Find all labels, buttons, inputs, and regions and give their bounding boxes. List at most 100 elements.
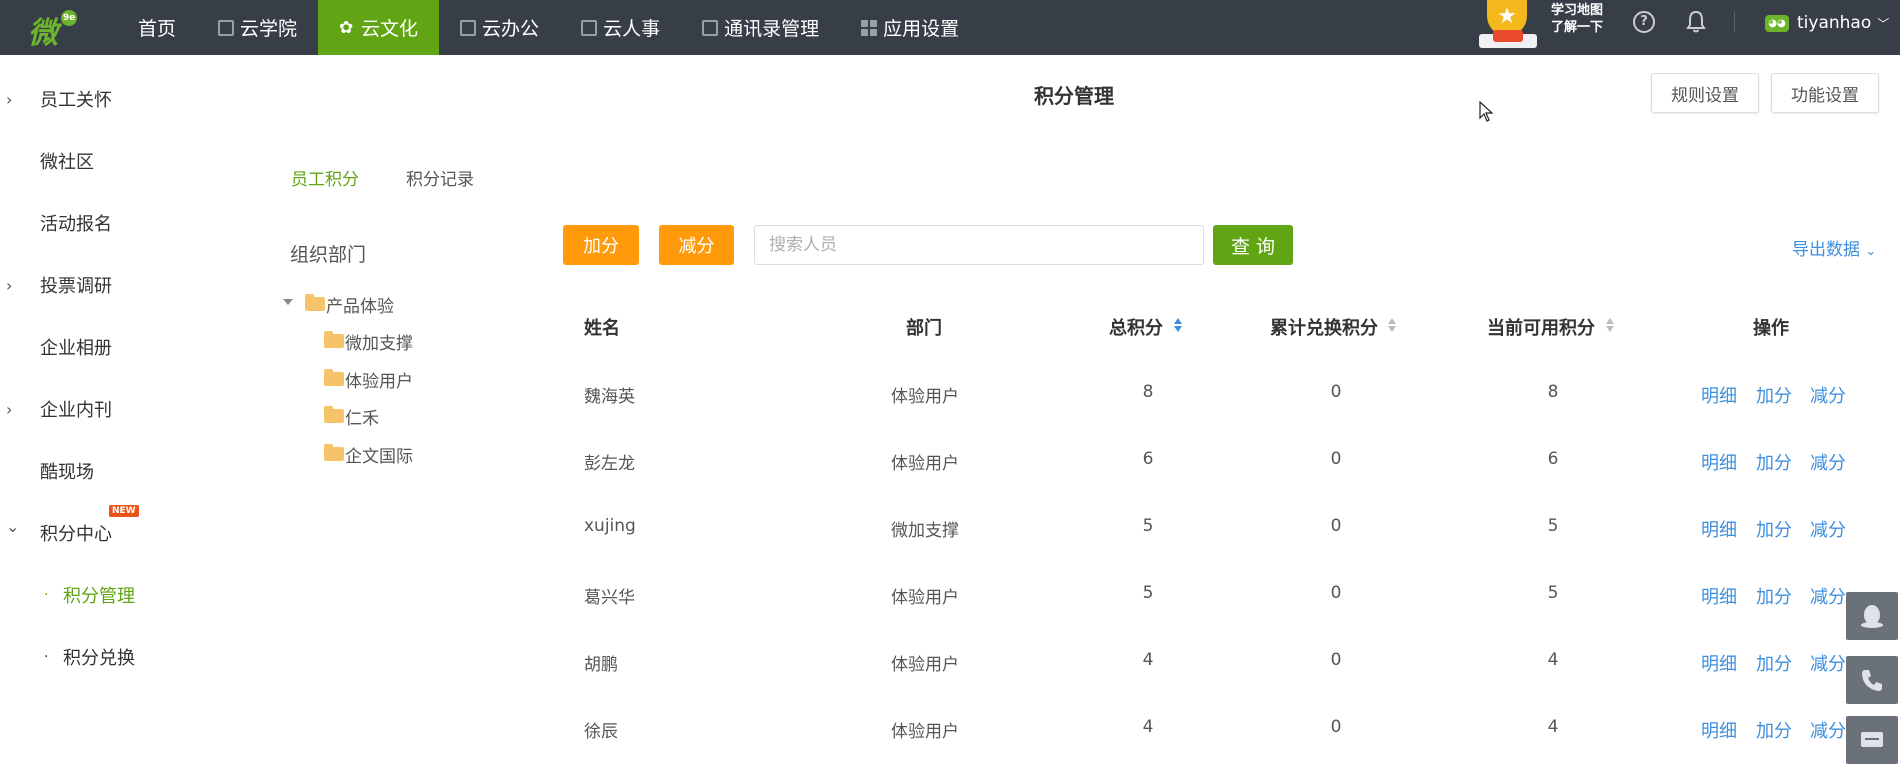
divider (1734, 12, 1735, 32)
sidebar-item-label: 员工关怀 (40, 90, 112, 111)
promo-line-2: 了解一下 (1551, 20, 1604, 35)
column-header-dept: 部门 (906, 318, 942, 339)
function-settings-button[interactable]: 功能设置 (1771, 73, 1879, 113)
message-widget[interactable] (1846, 716, 1898, 764)
table-row: xujing 微加支撑 5 0 5 明细 加分 减分 (0, 494, 1900, 561)
nav-home[interactable]: 首页 (117, 0, 197, 55)
cell-redeemed: 0 (1330, 583, 1342, 603)
phone-contact-widget[interactable] (1846, 656, 1898, 704)
tab-points-records[interactable]: 积分记录 (406, 165, 474, 190)
folder-icon (324, 331, 344, 348)
deduct-points-link[interactable]: 减分 (1810, 650, 1846, 676)
add-points-link[interactable]: 加分 (1756, 583, 1792, 609)
help-icon[interactable]: ? (1633, 11, 1655, 33)
academy-icon (218, 19, 235, 36)
column-header-name: 姓名 (584, 318, 620, 339)
nav-cloud-office[interactable]: 云办公 (439, 0, 560, 55)
query-button[interactable]: 查 询 (1213, 225, 1293, 265)
cell-redeemed: 0 (1330, 449, 1342, 469)
column-header-available[interactable]: 当前可用积分 (1487, 314, 1595, 340)
sidebar-item-employee-care[interactable]: › 员工关怀 (0, 79, 230, 119)
nav-label: 首页 (138, 18, 177, 40)
logo-glyph: 微 (28, 16, 58, 51)
nav-label: 应用设置 (883, 18, 960, 40)
deduct-points-link[interactable]: 减分 (1810, 717, 1846, 743)
cell-dept: 体验用户 (891, 722, 959, 742)
deduct-points-link[interactable]: 减分 (1810, 382, 1846, 408)
nav-label: 云办公 (482, 18, 540, 40)
detail-link[interactable]: 明细 (1701, 449, 1737, 475)
sidebar-item-voting-survey[interactable]: › 投票调研 (0, 265, 230, 305)
export-data-dropdown[interactable]: 导出数据 ⌄ (1792, 235, 1876, 260)
sort-icon[interactable] (1606, 318, 1614, 334)
main-nav: 首页 云学院 ✿ 云文化 云办公 云人事 通讯录管理 应用设置 (117, 0, 980, 55)
add-points-link[interactable]: 加分 (1756, 650, 1792, 676)
briefcase-icon (460, 19, 477, 36)
sort-icon[interactable] (1174, 318, 1182, 334)
chevron-right-icon: › (6, 275, 13, 295)
cell-name: 彭左龙 (584, 454, 635, 474)
apps-grid-icon (861, 19, 878, 36)
cell-redeemed: 0 (1330, 717, 1342, 737)
contacts-icon (702, 19, 719, 36)
phone-icon (1862, 670, 1882, 691)
nav-app-settings[interactable]: 应用设置 (840, 0, 980, 55)
sidebar-item-event-signup[interactable]: 活动报名 (0, 203, 230, 243)
tab-employee-points[interactable]: 员工积分 (291, 165, 359, 190)
deduct-points-link[interactable]: 减分 (1810, 449, 1846, 475)
learning-map-promo[interactable]: ★ 学习地图 了解一下 (1475, 0, 1605, 55)
cell-available: 6 (1547, 449, 1559, 469)
sidebar-item-label: 活动报名 (40, 214, 112, 235)
user-menu[interactable]: ◕◕ tiyanhao ﹀ (1765, 12, 1889, 34)
deduct-points-link[interactable]: 减分 (1810, 516, 1846, 542)
add-points-link[interactable]: 加分 (1756, 382, 1792, 408)
tree-node-label: 微加支撑 (345, 333, 413, 354)
column-header-actions: 操作 (1753, 318, 1789, 339)
detail-link[interactable]: 明细 (1701, 382, 1737, 408)
cell-available: 5 (1547, 583, 1559, 603)
table-row: 魏海英 体验用户 8 0 8 明细 加分 减分 (0, 360, 1900, 427)
detail-link[interactable]: 明细 (1701, 717, 1737, 743)
add-points-link[interactable]: 加分 (1756, 449, 1792, 475)
cell-name: 魏海英 (584, 387, 635, 407)
nav-cloud-culture[interactable]: ✿ 云文化 (318, 0, 440, 55)
sidebar-item-label: 投票调研 (40, 276, 112, 297)
sidebar-item-micro-community[interactable]: 微社区 (0, 141, 230, 181)
cell-dept: 体验用户 (891, 655, 959, 675)
detail-link[interactable]: 明细 (1701, 516, 1737, 542)
page-title: 积分管理 (1034, 84, 1114, 108)
bell-icon[interactable] (1684, 9, 1708, 35)
detail-link[interactable]: 明细 (1701, 650, 1737, 676)
nav-cloud-hr[interactable]: 云人事 (560, 0, 681, 55)
deduct-points-link[interactable]: 减分 (1810, 583, 1846, 609)
tree-node[interactable]: 微加支撑 (324, 329, 413, 354)
app-logo[interactable]: 微 9e (28, 6, 80, 51)
column-header-total[interactable]: 总积分 (1109, 314, 1163, 340)
cell-dept: 体验用户 (891, 454, 959, 474)
search-input[interactable] (754, 225, 1204, 265)
detail-link[interactable]: 明细 (1701, 583, 1737, 609)
export-label: 导出数据 (1792, 240, 1860, 260)
table-row: 葛兴华 体验用户 5 0 5 明细 加分 减分 (0, 561, 1900, 628)
cell-dept: 微加支撑 (891, 521, 959, 541)
add-points-link[interactable]: 加分 (1756, 717, 1792, 743)
nav-label: 云学院 (240, 18, 298, 40)
mouse-cursor-icon (1479, 101, 1493, 122)
sort-icon[interactable] (1388, 318, 1396, 334)
add-points-button[interactable]: 加分 (563, 225, 639, 265)
cell-total: 4 (1142, 650, 1154, 670)
qq-contact-widget[interactable] (1846, 592, 1898, 640)
nav-contacts[interactable]: 通讯录管理 (681, 0, 840, 55)
cell-name: 徐辰 (584, 722, 618, 742)
tree-node-root[interactable]: 产品体验 (305, 292, 394, 317)
cell-available: 5 (1547, 516, 1559, 536)
caret-down-icon[interactable] (283, 299, 293, 305)
chevron-right-icon: › (6, 89, 13, 109)
column-header-redeemed[interactable]: 累计兑换积分 (1270, 314, 1378, 340)
add-points-link[interactable]: 加分 (1756, 516, 1792, 542)
deduct-points-button[interactable]: 减分 (659, 225, 734, 265)
nav-cloud-academy[interactable]: 云学院 (197, 0, 318, 55)
cell-redeemed: 0 (1330, 650, 1342, 670)
cell-dept: 体验用户 (891, 588, 959, 608)
rule-settings-button[interactable]: 规则设置 (1651, 73, 1759, 113)
